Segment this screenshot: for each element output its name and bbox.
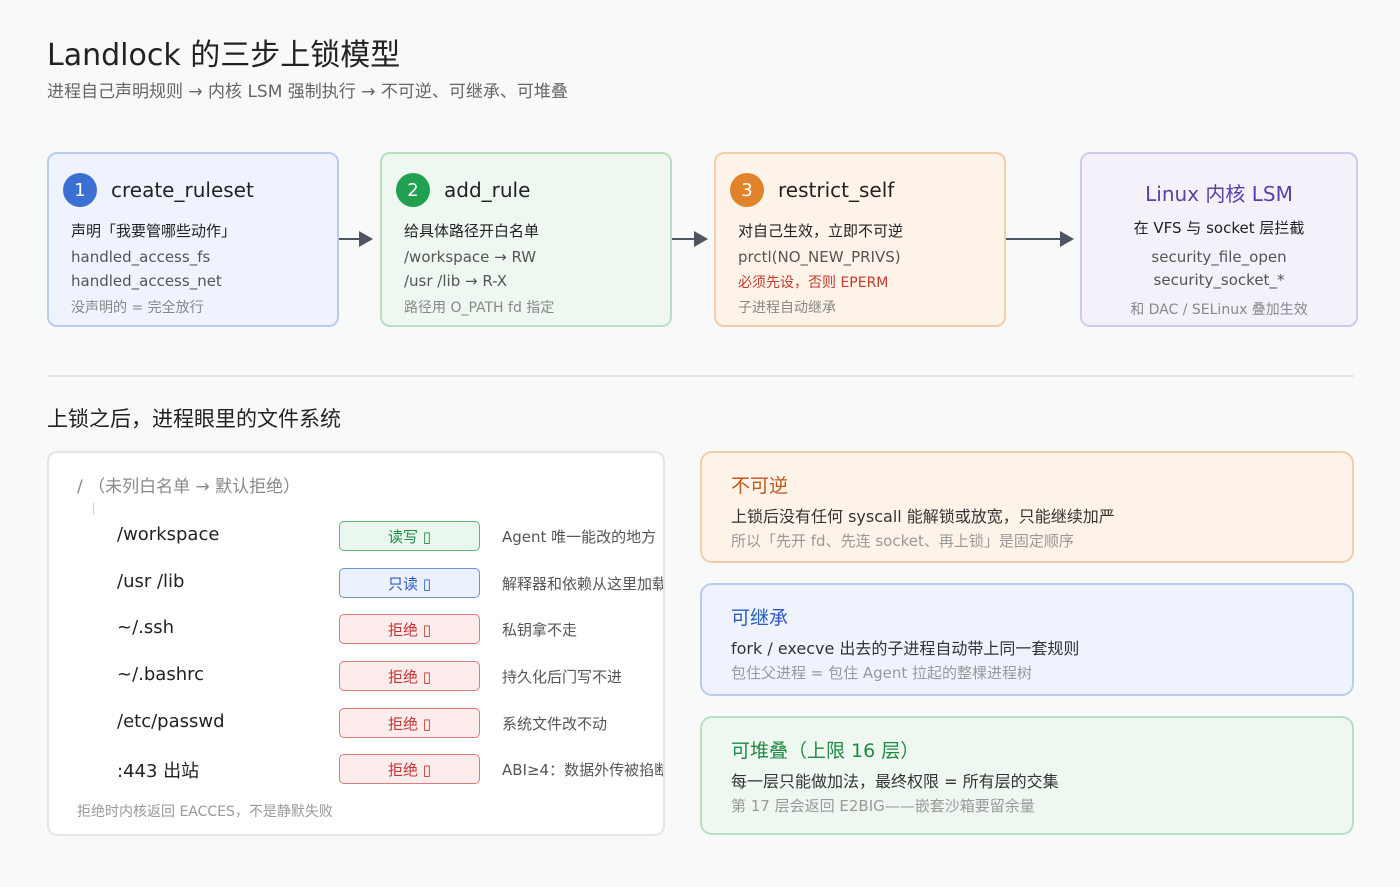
- property-title: 不可逆: [731, 475, 789, 497]
- step-card-add-rule: 2 add_rule 给具体路径开白名单 /workspace → RW /us…: [380, 152, 672, 327]
- step-description: 声明「我要管哪些动作」: [71, 222, 237, 240]
- fs-path: ~/.bashrc: [117, 664, 205, 685]
- access-badge-deny: 拒绝 ▯: [339, 754, 480, 784]
- kernel-hook: security_file_open: [1151, 248, 1287, 266]
- flow-arrow: [339, 231, 373, 247]
- step-warning: 必须先设，否则 EPERM: [738, 275, 889, 291]
- step-name: restrict_self: [778, 178, 895, 202]
- kernel-title: Linux 内核 LSM: [1145, 182, 1293, 206]
- step-footnote: 路径用 O_PATH fd 指定: [404, 300, 555, 316]
- property-body: fork / execve 出去的子进程自动带上同一套规则: [731, 639, 1080, 658]
- fs-path: /workspace: [117, 524, 220, 545]
- fs-row: /workspace 读写 ▯ Agent 唯一能改的地方: [49, 521, 663, 551]
- fs-row: ~/.bashrc 拒绝 ▯ 持久化后门写不进: [49, 661, 663, 691]
- page-subtitle: 进程自己声明规则 → 内核 LSM 强制执行 → 不可逆、可继承、可堆叠: [47, 82, 568, 102]
- step-footnote: 没声明的 = 完全放行: [71, 300, 204, 316]
- step-number-badge: 2: [396, 173, 430, 207]
- flow-arrow: [1006, 231, 1074, 247]
- property-subtext: 第 17 层会返回 E2BIG——嵌套沙箱要留余量: [731, 797, 1035, 815]
- access-badge-ro: 只读 ▯: [339, 568, 480, 598]
- fs-note: ABI≥4：数据外传被掐断: [502, 761, 665, 779]
- fs-path: :443 出站: [117, 761, 200, 782]
- page-title: Landlock 的三步上锁模型: [47, 38, 401, 73]
- property-card-stackable: 可堆叠（上限 16 层） 每一层只能做加法，最终权限 = 所有层的交集 第 17…: [700, 716, 1354, 835]
- flow-arrow: [672, 231, 708, 247]
- step-footnote: 子进程自动继承: [738, 300, 836, 316]
- fs-note: Agent 唯一能改的地方: [502, 528, 657, 546]
- step-description: 对自己生效，立即不可逆: [738, 222, 904, 240]
- access-badge-deny: 拒绝 ▯: [339, 708, 480, 738]
- section-divider: [47, 375, 1354, 377]
- fs-row: :443 出站 拒绝 ▯ ABI≥4：数据外传被掐断: [49, 754, 665, 784]
- step-name: add_rule: [444, 178, 531, 202]
- step-number-badge: 3: [730, 173, 764, 207]
- fs-note: 系统文件改不动: [502, 715, 608, 733]
- fs-note: 解释器和依赖从这里加载: [502, 575, 665, 593]
- property-body: 每一层只能做加法，最终权限 = 所有层的交集: [731, 772, 1059, 791]
- step-detail: prctl(NO_NEW_PRIVS): [738, 248, 901, 266]
- fs-path: /usr /lib: [117, 571, 185, 592]
- property-subtext: 所以「先开 fd、先连 socket、再上锁」是固定顺序: [731, 532, 1074, 550]
- fs-path: /etc/passwd: [117, 711, 225, 732]
- access-badge-deny: 拒绝 ▯: [339, 614, 480, 644]
- kernel-footnote: 和 DAC / SELinux 叠加生效: [1130, 302, 1308, 318]
- step-description: 给具体路径开白名单: [404, 222, 540, 240]
- property-body: 上锁后没有任何 syscall 能解锁或放宽，只能继续加严: [731, 507, 1115, 526]
- filesystem-view-panel: / （未列白名单 → 默认拒绝） /workspace 读写 ▯ Agent 唯…: [47, 451, 665, 836]
- step-detail: handled_access_fs: [71, 248, 211, 266]
- fs-footer-note: 拒绝时内核返回 EACCES，不是静默失败: [77, 804, 333, 820]
- step-detail: handled_access_net: [71, 272, 222, 290]
- property-card-irreversible: 不可逆 上锁后没有任何 syscall 能解锁或放宽，只能继续加严 所以「先开 …: [700, 451, 1354, 563]
- step-number-badge: 1: [63, 173, 97, 207]
- property-title: 可继承: [731, 607, 789, 629]
- property-subtext: 包住父进程 = 包住 Agent 拉起的整棵进程树: [731, 664, 1033, 682]
- property-card-inheritable: 可继承 fork / execve 出去的子进程自动带上同一套规则 包住父进程 …: [700, 583, 1354, 696]
- step-detail: /usr /lib → R-X: [404, 272, 508, 290]
- access-badge-deny: 拒绝 ▯: [339, 661, 480, 691]
- step-card-create-ruleset: 1 create_ruleset 声明「我要管哪些动作」 handled_acc…: [47, 152, 339, 327]
- access-badge-rw: 读写 ▯: [339, 521, 480, 551]
- fs-row: /usr /lib 只读 ▯ 解释器和依赖从这里加载: [49, 568, 665, 598]
- property-title: 可堆叠（上限 16 层）: [731, 740, 920, 762]
- step-card-restrict-self: 3 restrict_self 对自己生效，立即不可逆 prctl(NO_NEW…: [714, 152, 1006, 327]
- fs-root-label: / （未列白名单 → 默认拒绝）: [77, 477, 301, 497]
- kernel-hook: security_socket_*: [1153, 271, 1285, 289]
- fs-path: ~/.ssh: [117, 617, 175, 638]
- tree-connector: [93, 503, 94, 515]
- fs-row: /etc/passwd 拒绝 ▯ 系统文件改不动: [49, 708, 663, 738]
- step-detail: /workspace → RW: [404, 248, 537, 266]
- kernel-lsm-card: Linux 内核 LSM 在 VFS 与 socket 层拦截 security…: [1080, 152, 1358, 327]
- section-title: 上锁之后，进程眼里的文件系统: [47, 407, 341, 431]
- fs-note: 持久化后门写不进: [502, 668, 623, 686]
- fs-note: 私钥拿不走: [502, 621, 578, 639]
- kernel-description: 在 VFS 与 socket 层拦截: [1133, 219, 1305, 237]
- fs-row: ~/.ssh 拒绝 ▯ 私钥拿不走: [49, 614, 663, 644]
- step-name: create_ruleset: [111, 178, 254, 202]
